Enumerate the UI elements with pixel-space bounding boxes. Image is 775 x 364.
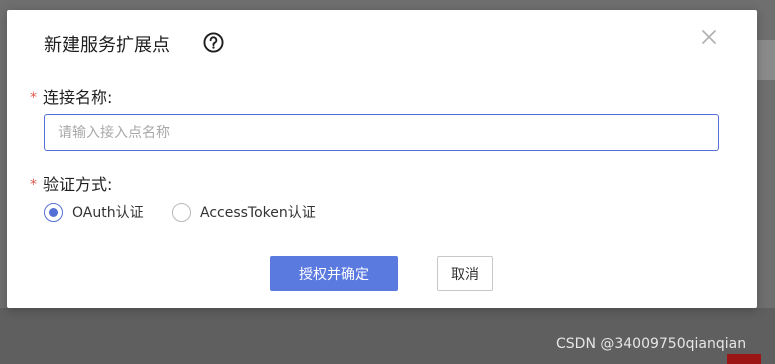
close-icon[interactable] — [699, 27, 719, 47]
radio-button-unchecked[interactable] — [172, 202, 191, 222]
radio-oauth-label: OAuth认证 — [72, 205, 144, 221]
cancel-button[interactable]: 取消 — [437, 256, 493, 291]
question-circle-icon[interactable] — [203, 32, 224, 53]
new-service-extension-dialog: 新建服务扩展点 * 连接名称: * 验证方式: OAuth认证 AccessToke… — [7, 10, 757, 308]
dialog-title: 新建服务扩展点 — [44, 35, 170, 56]
background-panel — [757, 40, 775, 80]
authorize-confirm-button[interactable]: 授权并确定 — [270, 256, 398, 291]
radio-accesstoken-label: AccessToken认证 — [200, 205, 316, 221]
auth-method-label: * 验证方式: — [30, 171, 112, 195]
radio-accesstoken[interactable]: AccessToken认证 — [172, 202, 316, 222]
corner-element — [727, 354, 761, 364]
watermark-text: CSDN @34009750qianqian — [556, 336, 747, 352]
radio-button-checked[interactable] — [44, 202, 63, 222]
radio-oauth[interactable]: OAuth认证 — [44, 202, 144, 222]
auth-method-label-text: 验证方式: — [43, 175, 113, 194]
required-mark: * — [30, 177, 37, 193]
connection-name-label: * 连接名称: — [30, 84, 112, 108]
connection-name-input[interactable] — [44, 114, 719, 151]
connection-name-label-text: 连接名称: — [43, 88, 113, 107]
required-mark: * — [30, 90, 37, 106]
